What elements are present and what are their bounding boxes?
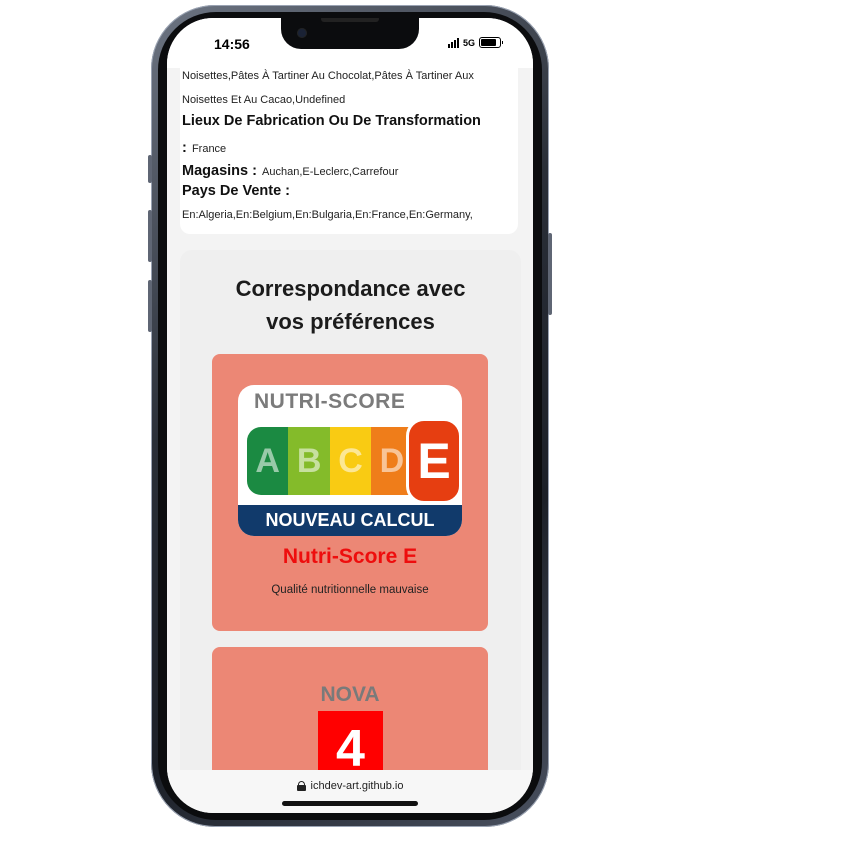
stores-value: Auchan,E-Leclerc,Carrefour: [262, 166, 399, 178]
nova-card[interactable]: NOVA 4: [212, 647, 488, 770]
preferences-title: Correspondance avec vos préférences: [180, 272, 521, 338]
nova-label: NOVA: [320, 683, 380, 706]
status-time: 14:56: [214, 36, 250, 52]
power-button: [548, 233, 552, 315]
stores-heading: Magasins :: [182, 163, 257, 179]
front-camera-icon: [297, 28, 307, 38]
manufacturing-value: France: [191, 143, 227, 155]
nutriscore-letter-b: B: [288, 427, 330, 495]
home-indicator[interactable]: [282, 801, 418, 806]
nutriscore-logo: NUTRI-SCORE A B C D E NOUVEAU CALCUL: [238, 385, 462, 536]
lock-icon: [296, 781, 306, 791]
phone-screen: 14:56 5G Noisettes,Pâtes À Tartiner Au C…: [167, 18, 533, 813]
page-content[interactable]: Noisettes,Pâtes À Tartiner Au Chocolat,P…: [167, 68, 533, 770]
categories-line-2: Noisettes Et Au Cacao,Undefined: [182, 94, 346, 106]
nutriscore-description: Qualité nutritionnelle mauvaise: [271, 584, 429, 596]
product-info-card: Noisettes,Pâtes À Tartiner Au Chocolat,P…: [180, 68, 518, 234]
countries-heading: Pays De Vente :: [182, 183, 290, 199]
volume-up-button: [148, 210, 152, 262]
nutriscore-letter-a: A: [247, 427, 289, 495]
nutriscore-letter-c: C: [329, 427, 372, 495]
url-text: ichdev-art.github.io: [310, 780, 404, 792]
preferences-title-line-1: Correspondance avec: [235, 276, 466, 301]
nutriscore-grade: Nutri-Score E: [282, 545, 418, 568]
speaker-grille: [321, 18, 379, 22]
silent-switch: [148, 155, 152, 183]
volume-down-button: [148, 280, 152, 332]
signal-icon: [447, 37, 459, 48]
stores-row: Magasins : Auchan,E-Leclerc,Carrefour: [182, 160, 398, 179]
nutriscore-active-letter: E: [406, 418, 462, 504]
preferences-card: Correspondance avec vos préférences NUTR…: [180, 250, 521, 770]
preferences-title-line-2: vos préférences: [266, 309, 435, 334]
countries-value: En:Algeria,En:Belgium,En:Bulgaria,En:Fra…: [182, 209, 473, 221]
categories-line-1: Noisettes,Pâtes À Tartiner Au Chocolat,P…: [182, 70, 474, 82]
nutriscore-logo-footer: NOUVEAU CALCUL: [238, 505, 462, 536]
manufacturing-colon: :: [182, 140, 187, 156]
manufacturing-row: : France: [182, 137, 226, 156]
nova-group-badge: 4: [318, 711, 383, 770]
manufacturing-heading: Lieux De Fabrication Ou De Transformatio…: [182, 113, 481, 129]
nutriscore-logo-header: NUTRI-SCORE: [254, 390, 406, 413]
url-display[interactable]: ichdev-art.github.io: [167, 780, 533, 792]
status-bar: 14:56 5G: [167, 18, 533, 68]
browser-url-bar[interactable]: ichdev-art.github.io: [167, 770, 533, 813]
status-icons: 5G: [447, 37, 503, 48]
battery-icon: [479, 37, 503, 48]
notch: [281, 18, 419, 49]
network-type: 5G: [462, 37, 475, 48]
nutriscore-card[interactable]: NUTRI-SCORE A B C D E NOUVEAU CALCUL Nut…: [212, 354, 488, 631]
